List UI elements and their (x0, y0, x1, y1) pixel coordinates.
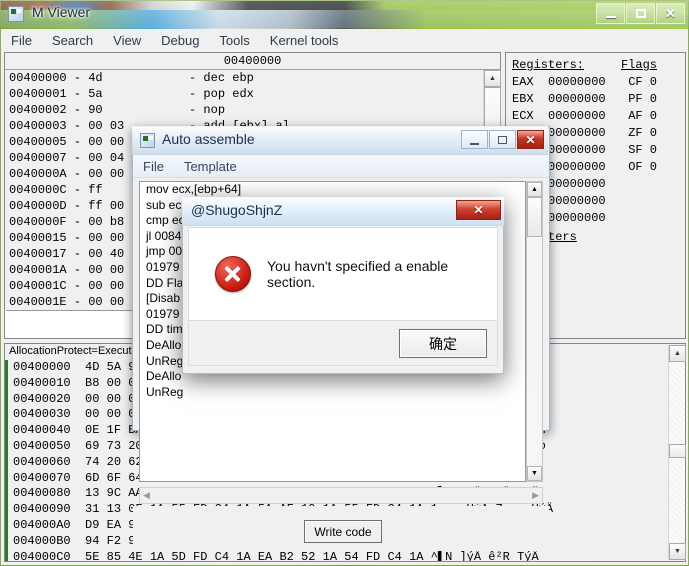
register-row: EBX 00000000 PF 0 (512, 91, 679, 108)
scroll-up-icon[interactable]: ▲ (484, 70, 501, 87)
minimize-button[interactable] (461, 130, 488, 149)
register-row: ECX 00000000 AF 0 (512, 108, 679, 125)
flag-name-value: OF 0 (628, 160, 657, 174)
main-menubar: File Search View Debug Tools Kernel tool… (1, 28, 688, 52)
flag-name-value: SF 0 (628, 143, 657, 157)
flag-name-value (657, 176, 679, 193)
error-message-box: @ShugoShjnZ ✕ You havn't specified a ena… (182, 197, 504, 374)
maximize-button[interactable] (489, 130, 516, 149)
auto-assemble-scroll-thumb[interactable] (527, 197, 542, 237)
app-icon (8, 6, 24, 22)
app-icon (140, 133, 155, 148)
close-button[interactable]: ✕ (517, 130, 544, 149)
message-box-titlebar[interactable]: @ShugoShjnZ ✕ (182, 197, 504, 226)
registers-header: Registers: Flags (512, 57, 679, 74)
menu-item-view[interactable]: View (103, 31, 151, 50)
menu-item-kernel-tools[interactable]: Kernel tools (260, 31, 349, 50)
flag-name-value: AF 0 (628, 109, 657, 123)
auto-assemble-titlebar[interactable]: Auto assemble ✕ (132, 126, 548, 155)
flag-name-value (657, 193, 679, 210)
scroll-down-icon[interactable]: ▼ (669, 543, 686, 560)
menu-item-tools[interactable]: Tools (209, 31, 259, 50)
auto-assemble-editor-scrollbar[interactable]: ▲ ▼ (526, 181, 543, 482)
disassembly-row[interactable]: 00400001 - 5a - pop edx (5, 86, 483, 102)
disassembly-row[interactable]: 00400000 - 4d - dec ebp (5, 70, 483, 86)
main-window-controls: ✕ (595, 3, 685, 24)
disassembly-address-header: 00400000 (5, 53, 500, 70)
flag-name-value: ZF 0 (628, 126, 657, 140)
main-window-title: M Viewer (32, 4, 91, 20)
registers-title: Registers: (512, 58, 585, 72)
hexdump-scroll-thumb[interactable] (669, 444, 686, 458)
disassembly-row[interactable]: 00400002 - 90 - nop (5, 102, 483, 118)
scroll-down-icon[interactable]: ▼ (527, 466, 542, 481)
register-name-value: EAX 00000000 (512, 75, 606, 89)
scroll-up-icon[interactable]: ▲ (527, 182, 542, 197)
scroll-left-icon[interactable]: ◀ (143, 490, 150, 501)
minimize-button[interactable] (596, 3, 625, 24)
message-box-title: @ShugoShjnZ (191, 202, 283, 218)
ok-button[interactable]: 确定 (399, 329, 487, 358)
close-icon[interactable]: ✕ (456, 200, 501, 220)
hexdump-row[interactable]: 004000C0 5E 85 4E 1A 5D FD C4 1A EA B2 5… (5, 550, 667, 561)
main-titlebar[interactable]: M Viewer ✕ (0, 0, 689, 28)
hexdump-scrollbar[interactable]: ▲ ▼ (668, 345, 686, 560)
script-line[interactable]: mov ecx,[ebp+64] (140, 182, 525, 198)
message-box-text: You havn't specified a enable section. (267, 258, 449, 290)
auto-assemble-title: Auto assemble (162, 131, 255, 147)
scroll-up-icon[interactable]: ▲ (669, 345, 686, 362)
auto-assemble-window-controls: ✕ (460, 130, 544, 149)
menu-item-file[interactable]: File (1, 31, 42, 50)
register-name-value: ECX 00000000 (512, 109, 606, 123)
auto-assemble-menubar: File Template (133, 155, 549, 178)
script-line[interactable]: UnReg (140, 385, 525, 401)
menu-item-file[interactable]: File (133, 158, 174, 175)
write-code-button[interactable]: Write code (304, 520, 382, 543)
menu-item-template[interactable]: Template (174, 158, 247, 175)
flag-name-value (657, 210, 679, 227)
register-row: EAX 00000000 CF 0 (512, 74, 679, 91)
flags-title: Flags (620, 58, 657, 72)
message-box-body: You havn't specified a enable section. (188, 227, 498, 321)
close-button[interactable]: ✕ (656, 3, 685, 24)
flag-name-value: PF 0 (628, 92, 657, 106)
auto-assemble-hscrollbar[interactable]: ◀ ▶ (139, 487, 543, 504)
menu-item-search[interactable]: Search (42, 31, 103, 50)
register-name-value: EBX 00000000 (512, 92, 606, 106)
flag-name-value: CF 0 (628, 75, 657, 89)
message-box-footer: 确定 (188, 322, 498, 366)
menu-item-debug[interactable]: Debug (151, 31, 209, 50)
error-icon (215, 256, 251, 292)
maximize-button[interactable] (626, 3, 655, 24)
scroll-right-icon[interactable]: ▶ (532, 490, 539, 501)
